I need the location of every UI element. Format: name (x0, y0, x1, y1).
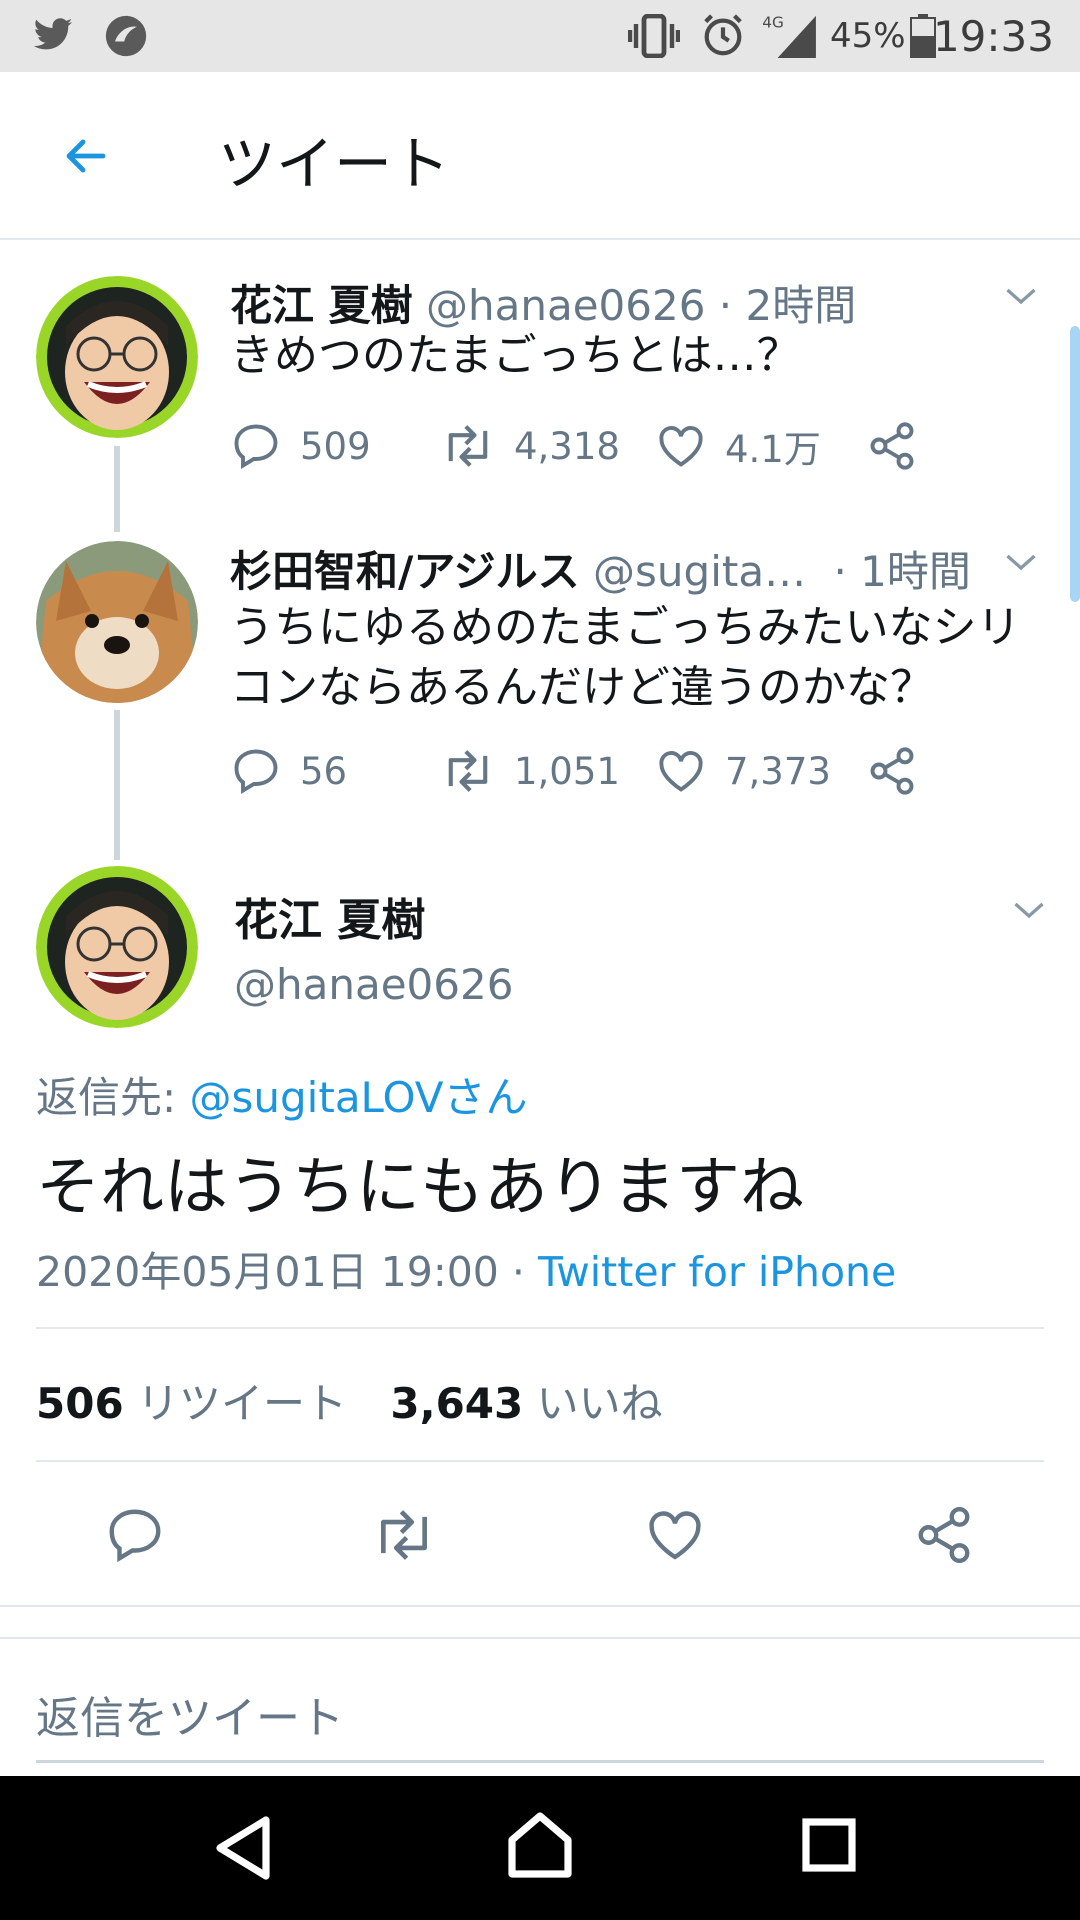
user-handle[interactable]: @hanae0626 (426, 281, 705, 330)
back-arrow-icon[interactable] (58, 132, 112, 184)
app-notification-icon (104, 14, 148, 62)
chevron-down-icon[interactable] (1011, 892, 1047, 928)
share-action[interactable] (866, 416, 936, 476)
reply-input[interactable]: 返信をツイート (36, 1650, 1044, 1763)
reply-icon[interactable] (104, 1504, 166, 1566)
tweet-header: 花江 夏樹 @hanae0626 · 2時間 (230, 272, 856, 333)
home-icon[interactable] (506, 1810, 574, 1878)
vibrate-icon (627, 13, 681, 62)
divider (36, 1327, 1044, 1329)
reply-to-line: 返信先: @sugitaLOVさん (36, 1064, 528, 1125)
android-nav-bar (0, 1776, 1080, 1920)
user-name[interactable]: 杉田智和/アジルス (230, 547, 580, 596)
heart-icon (659, 751, 703, 792)
tweet-text: きめつのたまごっちとは…？ (230, 330, 801, 381)
reply-icon (234, 749, 278, 794)
heart-icon (659, 426, 703, 467)
alarm-icon (700, 12, 746, 62)
tweet-text: それはうちにもありますね (36, 1151, 804, 1225)
back-triangle-icon[interactable] (214, 1816, 274, 1880)
chevron-down-icon[interactable] (1003, 544, 1039, 580)
reply-icon (234, 424, 278, 469)
like-action[interactable]: 7,373 (655, 741, 831, 801)
reply-count: 509 (300, 424, 371, 468)
recents-icon[interactable] (802, 1818, 856, 1872)
like-count: 4.1万 (725, 428, 821, 471)
tweet-header: 杉田智和/アジルス @sugita… · 1時間 (230, 538, 971, 599)
retweet-count: 1,051 (514, 749, 620, 793)
action-bar: 56 1,051 7,373 (230, 741, 930, 801)
user-handle[interactable]: @hanae0626 (234, 960, 513, 1009)
reply-action[interactable]: 56 (230, 741, 347, 801)
reply-count: 56 (300, 749, 348, 793)
like-action[interactable]: 4.1万 (655, 416, 821, 476)
like-count: 7,373 (725, 749, 831, 793)
retweet-stat-label: リツイート (137, 1379, 348, 1428)
reply-placeholder: 返信をツイート (36, 1693, 344, 1744)
app-header: ツイート (0, 72, 1080, 240)
battery-percent: 45% (830, 16, 906, 56)
reply-action[interactable]: 509 (230, 416, 371, 476)
tweet-time: · 1時間 (833, 547, 971, 596)
retweet-icon (448, 750, 488, 792)
avatar[interactable] (36, 541, 198, 703)
scrollbar[interactable] (1070, 326, 1080, 602)
avatar[interactable] (36, 276, 198, 438)
share-action[interactable] (866, 741, 936, 801)
retweet-action[interactable]: 1,051 (440, 741, 620, 801)
stats-row: 506 リツイート 3,643 いいね (36, 1370, 663, 1431)
clock: 19:33 (932, 12, 1054, 61)
svg-text:4G: 4G (762, 13, 784, 31)
like-stat-label: いいね (536, 1379, 663, 1428)
page-title: ツイート (218, 130, 451, 198)
section-divider (0, 1605, 1080, 1639)
share-icon (870, 747, 914, 795)
retweet-count: 4,318 (514, 424, 620, 468)
tweet-time: · 2時間 (718, 281, 857, 330)
chevron-down-icon[interactable] (1003, 278, 1039, 314)
like-stat[interactable]: 3,643 いいね (390, 1379, 662, 1428)
retweet-stat[interactable]: 506 リツイート (36, 1379, 360, 1428)
tweet-source[interactable]: Twitter for iPhone (538, 1248, 896, 1296)
avatar[interactable] (36, 866, 198, 1028)
tweet-text: うちにゆるめのたまごっちみたいなシリコンならあるんだけど違うのかな？ (230, 602, 1021, 713)
timestamp: 2020年05月01日 19:00 · (36, 1248, 525, 1296)
action-bar: 509 4,318 4.1万 (230, 416, 930, 476)
retweet-stat-count: 506 (36, 1379, 124, 1428)
user-name[interactable]: 花江 夏樹 (234, 884, 425, 948)
share-icon (870, 422, 914, 470)
status-bar: 4G 45% 19:33 (0, 0, 1080, 72)
retweet-icon[interactable] (370, 1504, 438, 1566)
tweet-meta: 2020年05月01日 19:00 · Twitter for iPhone (36, 1238, 896, 1298)
reply-to-label: 返信先: (36, 1073, 177, 1122)
thread-connector (114, 446, 120, 532)
like-stat-count: 3,643 (390, 1379, 524, 1428)
thread-connector (114, 710, 120, 860)
retweet-icon (448, 425, 488, 467)
share-icon[interactable] (913, 1504, 975, 1566)
heart-icon[interactable] (644, 1504, 706, 1566)
divider (36, 1460, 1044, 1462)
twitter-notification-icon (30, 14, 76, 60)
user-name[interactable]: 花江 夏樹 (230, 281, 413, 330)
user-handle[interactable]: @sugita… (593, 547, 806, 596)
reply-to-handle[interactable]: @sugitaLOVさん (190, 1073, 528, 1122)
retweet-action[interactable]: 4,318 (440, 416, 620, 476)
signal-4g-icon: 4G (762, 12, 820, 62)
